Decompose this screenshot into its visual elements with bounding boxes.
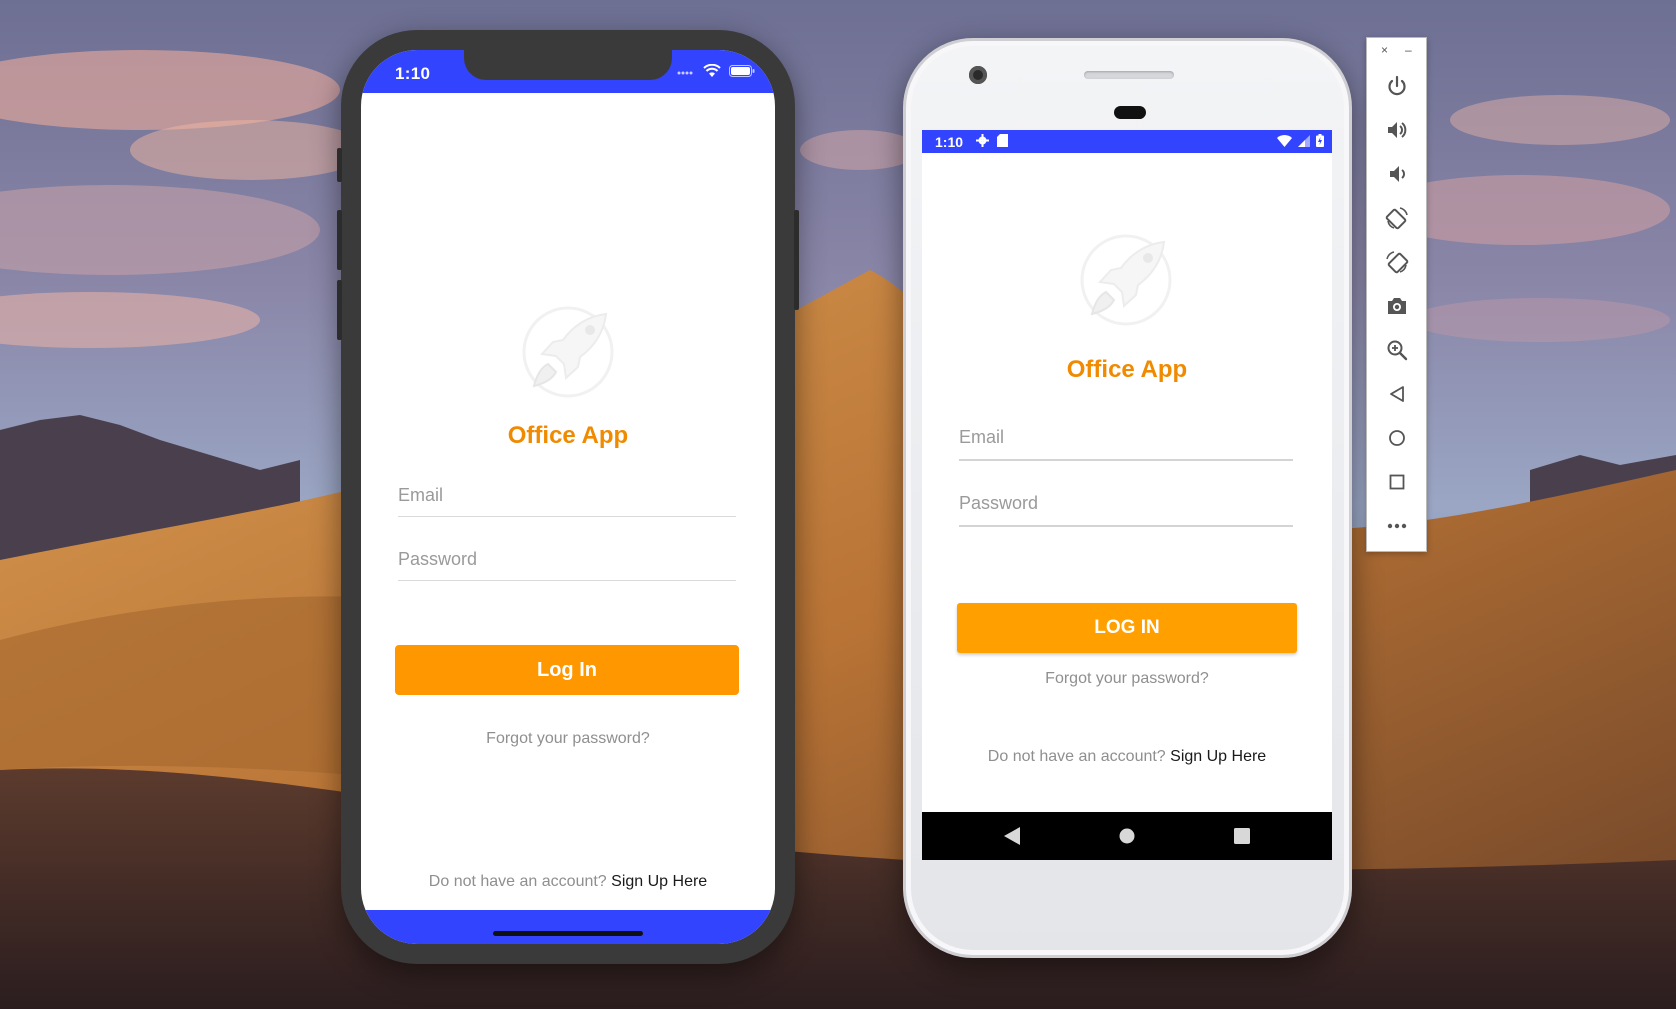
android-navigation-bar [922,812,1332,860]
app-title: Office App [1066,356,1188,383]
android-status-left-icons [976,134,1008,147]
home-icon [1119,828,1135,844]
home-indicator[interactable] [493,931,643,936]
emulator-overview-button[interactable] [1382,467,1412,497]
wifi-icon [703,64,721,77]
emulator-rotate-right-button[interactable] [1382,247,1412,277]
iphone-power-button[interactable] [794,210,799,310]
camera-icon [1388,298,1406,314]
password-field[interactable]: Password [959,481,1293,527]
email-placeholder: Email [959,427,1005,447]
overview-icon [1389,474,1405,490]
emulator-power-button[interactable] [1382,71,1412,101]
login-button[interactable]: Log In [395,645,739,695]
android-status-time: 1:10 [935,134,964,150]
wifi-icon [1277,134,1292,147]
battery-icon [729,65,755,77]
signup-link[interactable]: Sign Up Here [611,873,707,890]
signup-prompt-line: Do not have an account? Sign Up Here [361,873,775,891]
iphone-volume-down-button[interactable] [337,280,342,340]
zoom-icon [1387,340,1408,361]
volume-up-icon [1388,122,1407,138]
sd-card-icon [997,134,1008,147]
email-placeholder: Email [398,485,444,505]
emulator-volume-up-button[interactable] [1382,115,1412,145]
emulator-toolbar-header: × – [1367,42,1426,58]
ios-bottom-bar [361,910,775,944]
nav-home-button[interactable] [1097,812,1157,860]
emulator-minimize-button[interactable]: – [1405,42,1412,58]
iphone-screen: 1:10 Office App Email Password Log In Fo… [361,50,775,944]
rotate-right-icon [1386,251,1409,274]
earpiece-speaker [1084,71,1174,79]
iphone-device-frame: 1:10 Office App Email Password Log In Fo… [337,30,799,964]
iphone-notch [464,50,672,80]
rotate-left-icon [1385,207,1408,230]
email-field[interactable]: Email [959,415,1293,461]
proximity-sensor [1114,106,1146,119]
password-placeholder: Password [959,493,1039,513]
ios-status-icons [677,64,755,78]
signup-prompt-text: Do not have an account? [428,873,607,890]
ios-status-time: 1:10 [395,64,431,83]
iphone-mute-switch[interactable] [337,148,342,182]
password-placeholder: Password [398,549,478,569]
android-screen: 1:10 Office App Email Password LOG IN Fo… [922,130,1332,860]
app-title: Office App [507,422,629,449]
signup-prompt-line: Do not have an account? Sign Up Here [922,748,1332,766]
rocket-icon [1080,234,1172,326]
emulator-back-button[interactable] [1382,379,1412,409]
cellular-signal-icon [1298,134,1310,147]
battery-icon [1316,134,1324,147]
home-icon [1389,430,1405,446]
emulator-screenshot-button[interactable] [1382,291,1412,321]
rocket-icon [522,306,614,398]
emulator-more-button[interactable] [1382,511,1412,541]
emulator-home-button[interactable] [1382,423,1412,453]
emulator-zoom-button[interactable] [1382,335,1412,365]
emulator-volume-down-button[interactable] [1382,159,1412,189]
power-icon [1388,75,1406,96]
password-field[interactable]: Password [398,539,736,581]
forgot-password-link[interactable]: Forgot your password? [361,730,775,748]
front-camera-icon [969,66,987,84]
iphone-volume-up-button[interactable] [337,210,342,270]
android-device-frame: 1:10 Office App Email Password LOG IN Fo… [903,38,1352,958]
nav-recents-button[interactable] [1212,812,1272,860]
emulator-rotate-left-button[interactable] [1382,203,1412,233]
settings-gear-icon [976,134,989,147]
nav-back-button[interactable] [982,812,1042,860]
forgot-password-link[interactable]: Forgot your password? [922,670,1332,688]
login-button[interactable]: LOG IN [957,603,1297,653]
signup-link[interactable]: Sign Up Here [1170,748,1266,765]
signup-prompt-text: Do not have an account? [987,748,1166,765]
email-field[interactable]: Email [398,475,736,517]
recents-icon [1234,828,1250,844]
emulator-close-button[interactable]: × [1381,42,1388,58]
android-status-right-icons [1277,134,1324,147]
cellular-signal-icon [677,71,693,75]
back-icon [1390,386,1404,402]
android-status-bar: 1:10 [922,130,1332,153]
more-icon [1387,523,1407,529]
emulator-toolbar: × – [1366,37,1427,552]
back-icon [1004,827,1020,845]
volume-down-icon [1390,166,1405,182]
